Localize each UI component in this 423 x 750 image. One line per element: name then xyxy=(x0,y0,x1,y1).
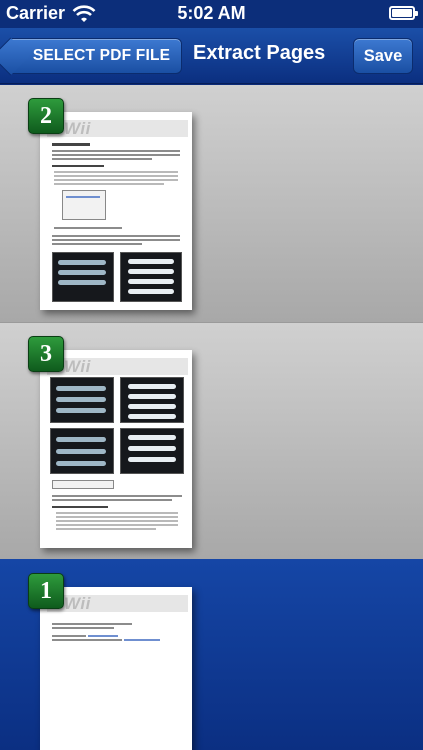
page-number-badge: 3 xyxy=(28,336,64,372)
page-thumbnail[interactable]: Wii xyxy=(40,112,192,310)
page-number-badge: 1 xyxy=(28,573,64,609)
page-thumbnail[interactable]: Wii xyxy=(40,587,192,750)
save-button[interactable]: Save xyxy=(353,38,413,74)
wii-logo: Wii xyxy=(64,594,91,613)
page-title: Extract Pages xyxy=(193,42,326,64)
battery-level xyxy=(392,9,412,17)
page-row[interactable]: 3 Wii xyxy=(0,322,423,559)
navigation-bar: SELECT PDF FILE Extract Pages Save xyxy=(0,28,423,84)
clock: 5:02 AM xyxy=(177,3,246,23)
wii-logo: Wii xyxy=(64,119,91,138)
wii-logo: Wii xyxy=(64,357,91,376)
page-number-badge: 2 xyxy=(28,98,64,134)
page-row-selected[interactable]: 1 Wii xyxy=(0,559,423,750)
back-button-label: SELECT PDF FILE xyxy=(32,47,171,64)
battery-icon xyxy=(389,6,418,20)
status-bar: Carrier 5:02 AM xyxy=(0,0,423,28)
page-thumbnail[interactable]: Wii xyxy=(40,350,192,548)
page-row[interactable]: 2 Wii xyxy=(0,85,423,322)
select-pdf-file-button[interactable]: SELECT PDF FILE xyxy=(10,38,182,74)
